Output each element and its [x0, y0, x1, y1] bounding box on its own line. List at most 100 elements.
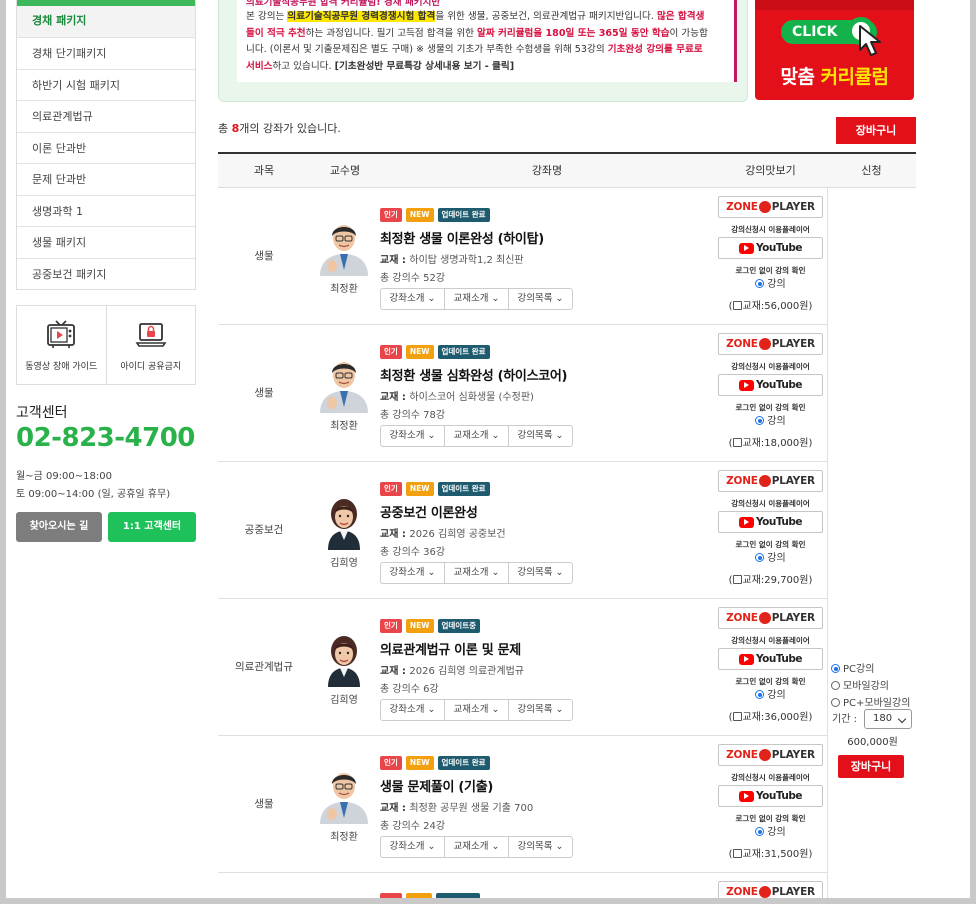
course-badge: NEW — [405, 208, 434, 222]
lecture-option[interactable]: 강의 — [718, 279, 823, 291]
course-detail-selects: 강좌소개 ⌄ 교재소개 ⌄ 강의목록 ⌄ — [380, 836, 573, 858]
curriculum-promo-banner[interactable]: CLICK 맞춤 커리큘럼 — [755, 0, 914, 100]
cart-button-top[interactable]: 장바구니 — [836, 117, 916, 144]
sidebar-item-public-health-package[interactable]: 공중보건 패키지 — [17, 257, 195, 290]
zone-player-button[interactable]: ZONE PLAYER — [718, 470, 823, 492]
course-intro-select[interactable]: 강좌소개 ⌄ — [381, 289, 445, 309]
video-guide-label: 동영상 장애 가이드 — [25, 361, 98, 372]
textbook-intro-select[interactable]: 교재소개 ⌄ — [445, 426, 509, 446]
course-textbook: 교재 : 최정환 공무원 생물 기출 700 — [380, 803, 534, 814]
textbook-option[interactable]: (교재:56,000원) — [718, 297, 823, 312]
sidebar-item-biology-package[interactable]: 생물 패키지 — [17, 226, 195, 258]
course-badge: NEW — [405, 619, 434, 633]
option-pc-mobile[interactable]: PC+모바일강의 — [831, 694, 910, 709]
professor-photo — [314, 355, 374, 413]
textbook-option[interactable]: (교재:18,000원) — [718, 434, 823, 449]
one-on-one-button[interactable]: 1:1 고객센터 — [108, 512, 196, 542]
lecture-option[interactable]: 강의 — [718, 827, 823, 839]
zone-player-button[interactable]: ZONE PLAYER — [718, 607, 823, 629]
lecture-list-select[interactable]: 강의목록 ⌄ — [509, 563, 572, 583]
course-intro-select[interactable]: 강좌소개 ⌄ — [381, 426, 445, 446]
course-lecture-count: 총 강의수 24강 — [380, 821, 446, 832]
lecture-list-select[interactable]: 강의목록 ⌄ — [509, 700, 572, 720]
textbook-checkbox[interactable] — [732, 575, 742, 584]
textbook-option[interactable]: (교재:36,000원) — [718, 708, 823, 723]
banner-text-1c: 을 위한 생물, 공중보건, 의료관계법규 패키지반입니다. — [435, 11, 657, 22]
sidebar-item-problem-single[interactable]: 문제 단과반 — [17, 163, 195, 195]
textbook-intro-select[interactable]: 교재소개 ⌄ — [445, 837, 509, 857]
course-textbook: 교재 : 2026 김희영 공중보건 — [380, 529, 506, 540]
lecture-list-select[interactable]: 강의목록 ⌄ — [509, 289, 572, 309]
lecture-list-select[interactable]: 강의목록 ⌄ — [509, 426, 572, 446]
radio-pc[interactable] — [831, 664, 840, 673]
zone-player-logo[interactable]: ZONE PLAYER — [718, 881, 823, 898]
cart-button-package[interactable]: 장바구니 — [838, 755, 904, 778]
course-title[interactable]: 의료관계법규 이론 및 문제 — [380, 639, 710, 658]
course-row: 공중보건 김희영 인기 NEW 업데이트 완료 공중보건 이론완성 교재 : 2026 김희… — [218, 462, 827, 599]
directions-button[interactable]: 찾아오시는 길 — [16, 512, 102, 542]
radio-pc-mobile[interactable] — [831, 698, 840, 707]
period-select[interactable]: 180 — [864, 709, 912, 729]
quick-links: 동영상 장애 가이드 아이디 공유금지 — [16, 305, 196, 385]
sidebar-item-life-science[interactable]: 생명과학 1 — [17, 194, 195, 227]
lecture-radio[interactable] — [755, 553, 765, 562]
zone-player-button[interactable]: ZONE PLAYER — [718, 333, 823, 355]
lecture-radio[interactable] — [755, 416, 765, 425]
banner-text: 의료기술직공무원 합격 커리큘럼! 경채 패키지반 본 강의는 의료기술직공무원… — [237, 0, 737, 82]
professor-name: 최정환 — [330, 421, 358, 432]
lecture-option[interactable]: 강의 — [718, 553, 823, 565]
textbook-checkbox[interactable] — [732, 849, 742, 858]
textbook-intro-select[interactable]: 교재소개 ⌄ — [445, 700, 509, 720]
textbook-checkbox[interactable] — [732, 301, 742, 310]
course-title[interactable]: 최정환 생물 이론완성 (하이탑) — [380, 228, 710, 247]
page: 경채 패키지 경채 단기패키지 하반기 시험 패키지 의료관계법규 이론 단과반… — [6, 0, 970, 898]
package-price: 600,000원 — [847, 737, 898, 748]
textbook-intro-select[interactable]: 교재소개 ⌄ — [445, 563, 509, 583]
banner-text-4a: 서비스 — [246, 61, 273, 73]
sidebar-item-short-package[interactable]: 경채 단기패키지 — [17, 37, 195, 69]
id-share-link[interactable]: 아이디 공유금지 — [105, 306, 196, 384]
course-intro-select[interactable]: 강좌소개 ⌄ — [381, 837, 445, 857]
option-pc[interactable]: PC강의 — [831, 660, 874, 675]
apply-panel: PC강의 모바일강의 PC+모바일강의 기간 : 180 600,000원 장바… — [827, 188, 916, 898]
course-title[interactable]: 최정환 생물 심화완성 (하이스코어) — [380, 365, 710, 384]
textbook-intro-select[interactable]: 교재소개 ⌄ — [445, 289, 509, 309]
youtube-preview-button[interactable]: YouTube — [718, 237, 823, 259]
youtube-preview-button[interactable]: YouTube — [718, 785, 823, 807]
professor-photo — [314, 766, 374, 824]
zone-player-button[interactable]: ZONE PLAYER — [718, 744, 823, 766]
lecture-radio[interactable] — [755, 827, 765, 836]
banner-text-2d: 이 가능합 — [669, 27, 708, 39]
radio-mobile[interactable] — [831, 681, 840, 690]
course-badge: NEW — [405, 345, 434, 359]
option-mobile[interactable]: 모바일강의 — [831, 677, 889, 692]
textbook-checkbox[interactable] — [732, 438, 742, 447]
course-textbook: 교재 : 2026 김희영 의료관계법규 — [380, 666, 524, 677]
sidebar-item-package[interactable]: 경채 패키지 — [17, 0, 195, 37]
youtube-preview-button[interactable]: YouTube — [718, 374, 823, 396]
lecture-radio[interactable] — [755, 279, 765, 288]
sidebar-item-second-half-package[interactable]: 하반기 시험 패키지 — [17, 68, 195, 101]
lecture-option[interactable]: 강의 — [718, 416, 823, 428]
zone-player-button[interactable]: ZONE PLAYER — [718, 196, 823, 218]
sidebar-item-medical-law[interactable]: 의료관계법규 — [17, 100, 195, 132]
textbook-option[interactable]: (교재:31,500원) — [718, 845, 823, 860]
course-info: 인기 NEW 업데이트 완료 최정환 생물 심화완성 (하이스코어) 교재 : 하이스코… — [380, 345, 710, 447]
course-intro-select[interactable]: 강좌소개 ⌄ — [381, 700, 445, 720]
youtube-preview-button[interactable]: YouTube — [718, 648, 823, 670]
youtube-preview-button[interactable]: YouTube — [718, 511, 823, 533]
course-intro-select[interactable]: 강좌소개 ⌄ — [381, 563, 445, 583]
free-lecture-link[interactable]: [기초완성반 무료특강 상세내용 보기 - 클릭] — [335, 61, 515, 72]
youtube-icon — [739, 379, 755, 391]
lecture-list-select[interactable]: 강의목록 ⌄ — [509, 837, 572, 857]
course-title[interactable]: 생물 문제풀이 (기출) — [380, 776, 710, 795]
lecture-option[interactable]: 강의 — [718, 690, 823, 702]
sidebar-item-theory-single[interactable]: 이론 단과반 — [17, 131, 195, 164]
lecture-radio[interactable] — [755, 690, 765, 699]
professor-photo-icon — [314, 355, 374, 413]
textbook-checkbox[interactable] — [732, 712, 742, 721]
textbook-option[interactable]: (교재:29,700원) — [718, 571, 823, 586]
video-guide-link[interactable]: 동영상 장애 가이드 — [17, 306, 106, 384]
course-title[interactable]: 공중보건 이론완성 — [380, 502, 710, 521]
sidebar-menu: 경채 패키지 경채 단기패키지 하반기 시험 패키지 의료관계법규 이론 단과반… — [16, 0, 196, 290]
